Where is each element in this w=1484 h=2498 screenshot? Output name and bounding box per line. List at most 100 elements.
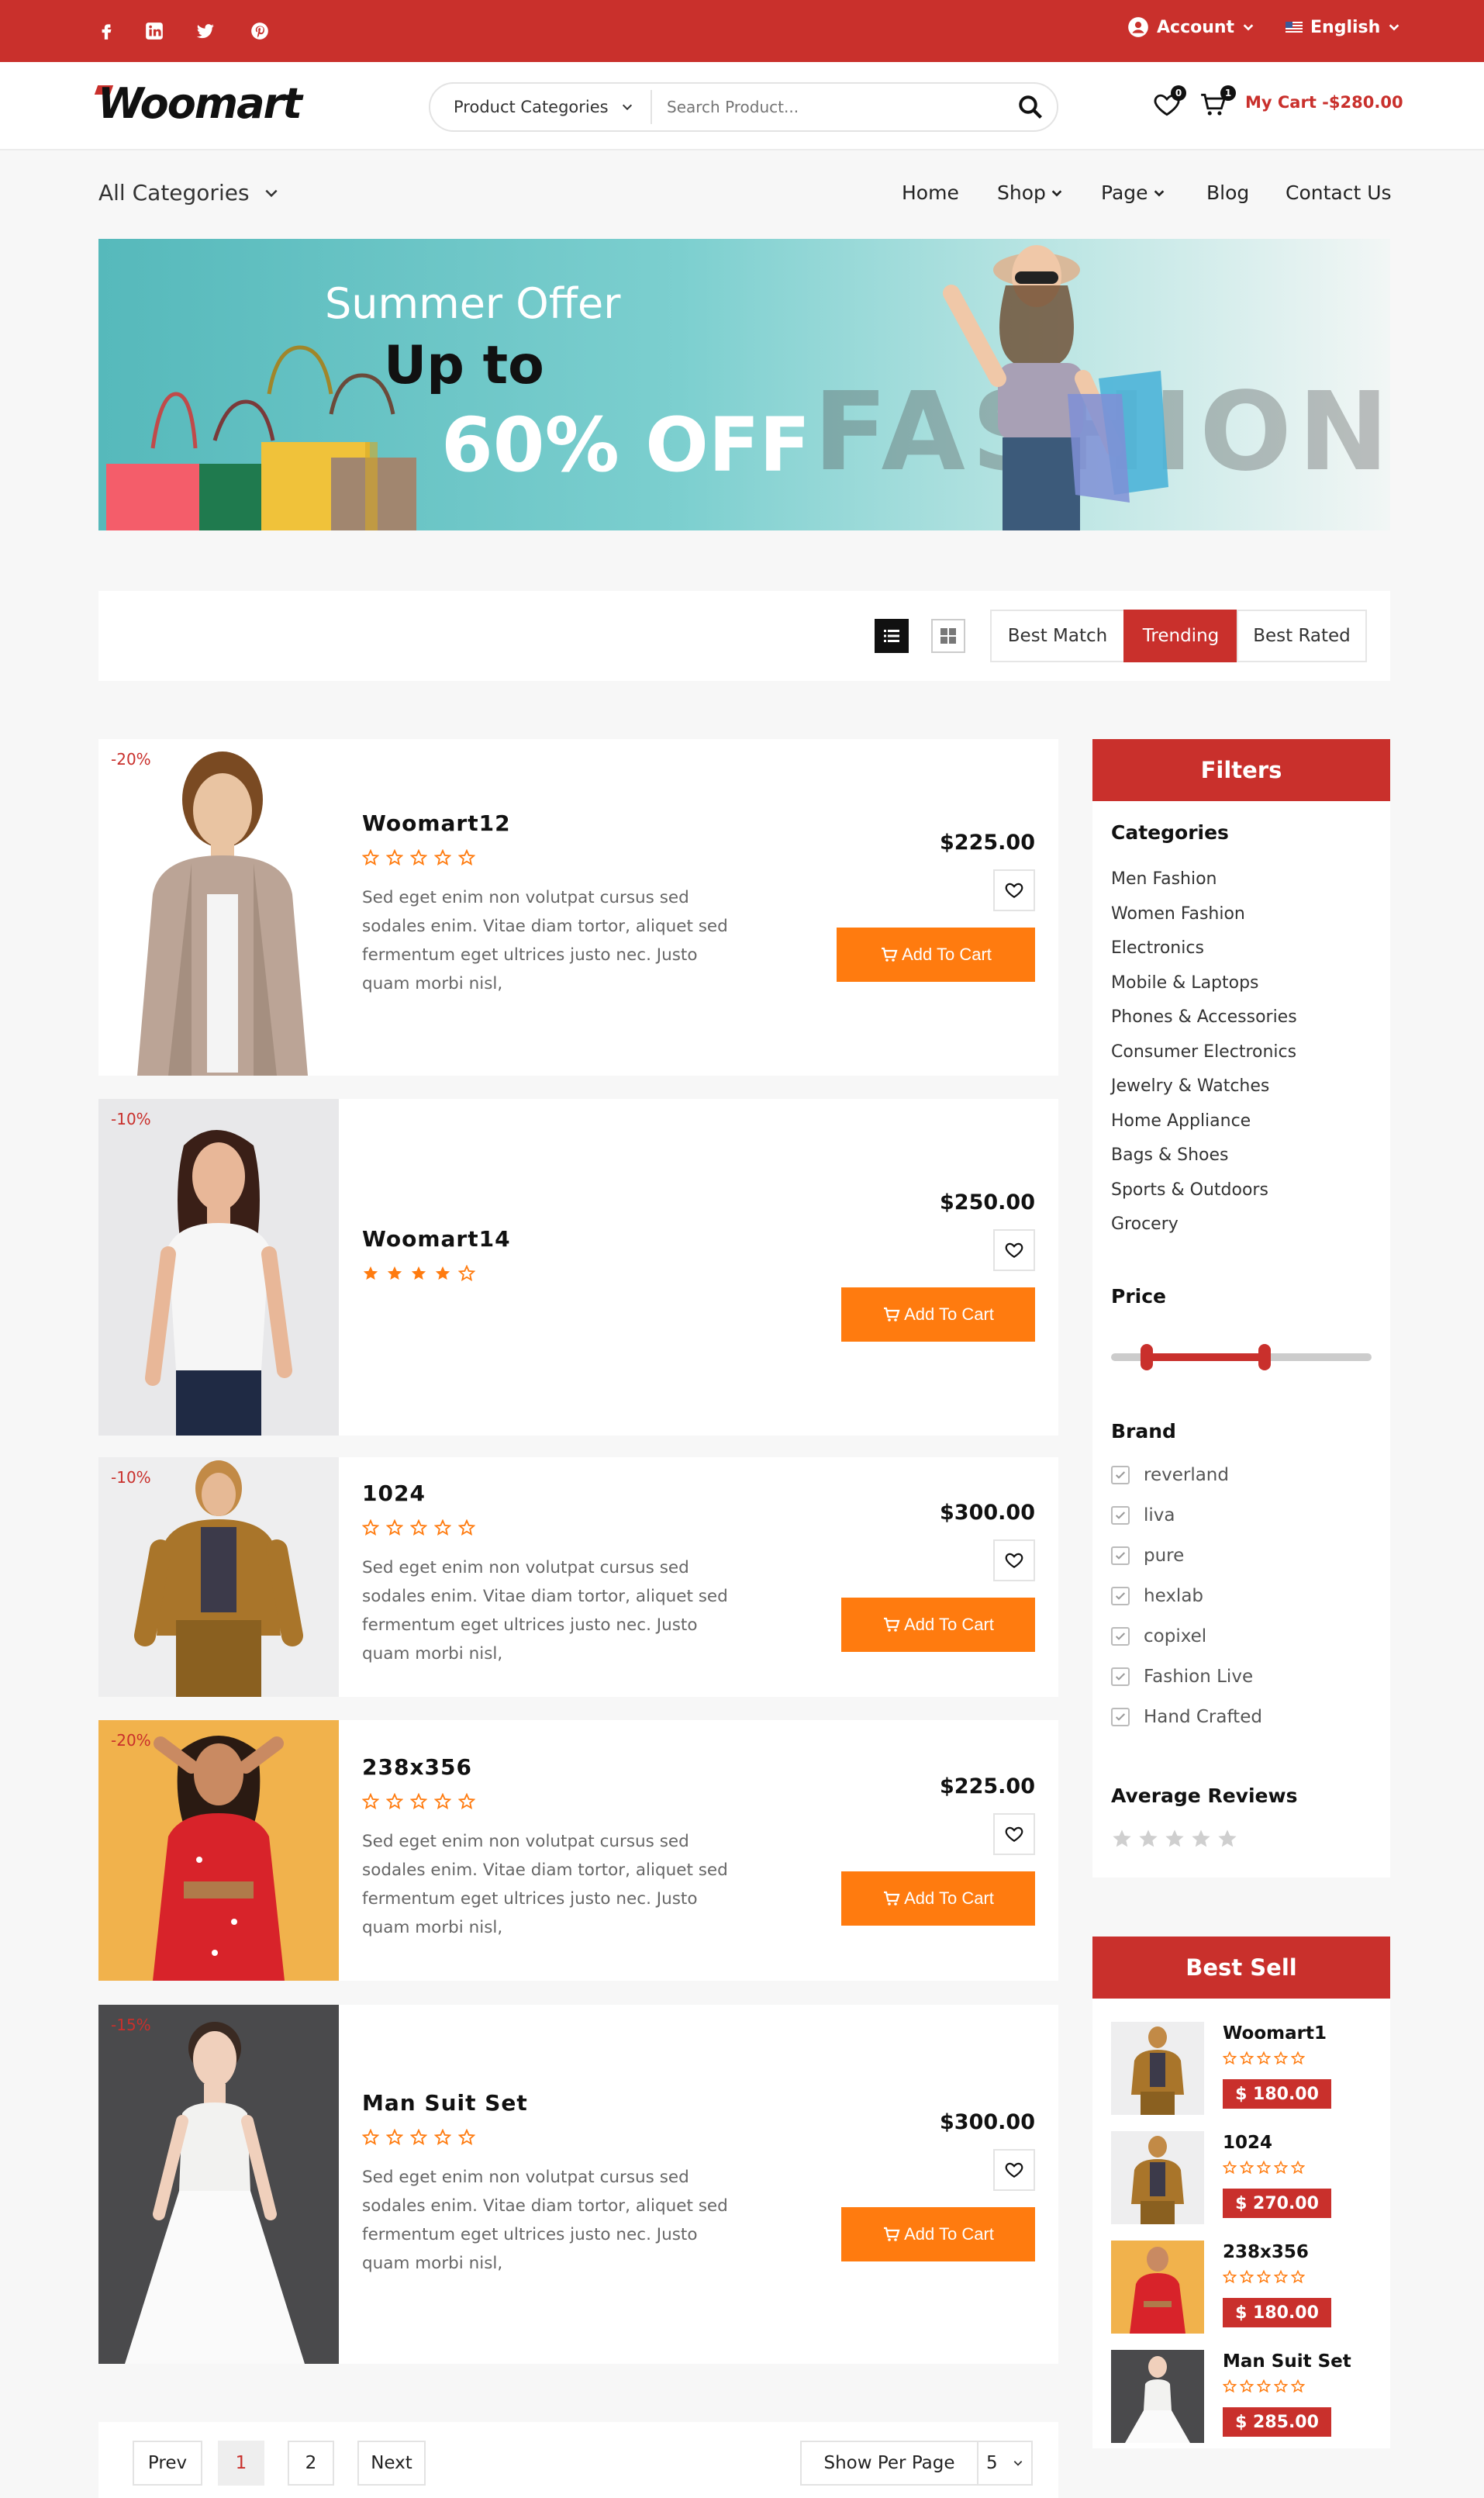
checkbox[interactable]	[1111, 1708, 1130, 1726]
star-outline-icon	[1274, 2051, 1288, 2065]
nav-item-blog[interactable]: Blog	[1206, 181, 1249, 204]
add-to-cart-button[interactable]: Add To Cart	[841, 1598, 1035, 1652]
brand-checkbox-row[interactable]: Fashion Live	[1111, 1667, 1253, 1687]
language-menu[interactable]: English	[1286, 0, 1400, 54]
brand-checkbox-row[interactable]: pure	[1111, 1546, 1184, 1566]
best-sell-item[interactable]: Woomart1 $ 180.00	[1111, 2022, 1375, 2118]
site-logo[interactable]: Woomart	[98, 79, 302, 128]
category-link[interactable]: Women Fashion	[1111, 904, 1245, 924]
per-page-label: Show Per Page	[800, 2441, 978, 2486]
search-input[interactable]	[667, 90, 1008, 124]
wishlist-toggle[interactable]	[993, 1229, 1035, 1271]
category-link[interactable]: Electronics	[1111, 938, 1204, 958]
add-to-cart-button[interactable]: Add To Cart	[841, 1287, 1035, 1342]
category-link[interactable]: Grocery	[1111, 1214, 1179, 1234]
product-name[interactable]: 1024	[362, 1480, 426, 1506]
page-2-button[interactable]: 2	[288, 2441, 334, 2486]
add-to-cart-button[interactable]: Add To Cart	[837, 928, 1035, 982]
checkbox[interactable]	[1111, 1546, 1130, 1565]
checkbox[interactable]	[1111, 1667, 1130, 1686]
product-image[interactable]	[98, 2005, 339, 2364]
wishlist-toggle[interactable]	[993, 869, 1035, 911]
category-link[interactable]: Jewelry & Watches	[1111, 1076, 1269, 1096]
wishlist-toggle[interactable]	[993, 1813, 1035, 1855]
next-page-button[interactable]: Next	[357, 2441, 426, 2486]
list-view-button[interactable]	[875, 619, 909, 653]
add-to-cart-button[interactable]: Add To Cart	[841, 1871, 1035, 1926]
review-filter-stars[interactable]	[1111, 1828, 1238, 1850]
wishlist-toggle[interactable]	[993, 1539, 1035, 1581]
cart-total-link[interactable]: My Cart -$280.00	[1245, 93, 1403, 112]
best-sell-item[interactable]: 238x356 $ 180.00	[1111, 2241, 1375, 2337]
category-link[interactable]: Bags & Shoes	[1111, 1145, 1229, 1165]
woman-cardigan-image	[137, 751, 308, 1076]
sort-tab-best-rated[interactable]: Best Rated	[1237, 610, 1367, 662]
category-link[interactable]: Phones & Accessories	[1111, 1007, 1297, 1027]
nav-item-contact[interactable]: Contact Us	[1286, 181, 1392, 204]
product-image[interactable]	[98, 1720, 339, 1981]
price-slider-max-handle[interactable]	[1258, 1344, 1271, 1370]
brand-checkbox-row[interactable]: Hand Crafted	[1111, 1707, 1262, 1727]
checkbox[interactable]	[1111, 1466, 1130, 1484]
brand-checkbox-row[interactable]: liva	[1111, 1505, 1175, 1525]
nav-item-page[interactable]: Page	[1101, 181, 1165, 204]
page-1-button[interactable]: 1	[218, 2441, 264, 2486]
brand-checkbox-row[interactable]: hexlab	[1111, 1586, 1203, 1606]
chevron-down-icon	[264, 189, 278, 197]
sort-tab-trending[interactable]: Trending	[1123, 610, 1238, 662]
account-menu[interactable]: Account	[1127, 0, 1254, 54]
category-link[interactable]: Consumer Electronics	[1111, 1042, 1296, 1062]
brand-label: reverland	[1144, 1465, 1229, 1485]
grid-view-button[interactable]	[931, 619, 965, 653]
all-categories-menu[interactable]: All Categories	[98, 180, 279, 206]
product-name[interactable]: 238x356	[362, 1754, 472, 1780]
cart-button[interactable]: 1	[1199, 85, 1236, 124]
product-name[interactable]: Woomart14	[362, 1226, 511, 1252]
category-link[interactable]: Sports & Outdoors	[1111, 1180, 1268, 1200]
product-image[interactable]	[98, 1099, 339, 1436]
brand-checkbox-row[interactable]: copixel	[1111, 1626, 1206, 1646]
check-icon	[1115, 1633, 1126, 1640]
brand-checkbox-row[interactable]: reverland	[1111, 1465, 1229, 1485]
nav-item-home[interactable]: Home	[902, 181, 959, 204]
nav-item-label: Blog	[1206, 181, 1250, 204]
facebook-icon[interactable]	[96, 0, 116, 62]
product-image[interactable]	[98, 1457, 339, 1697]
product-name[interactable]: Woomart12	[362, 810, 511, 836]
checkbox[interactable]	[1111, 1627, 1130, 1646]
per-page-select[interactable]: 5	[977, 2441, 1033, 2486]
product-name[interactable]: Man Suit Set	[362, 2090, 528, 2116]
product-card: -10% Woomart14 $250.00 Add To Cart	[98, 1099, 1058, 1436]
star-outline-icon	[1274, 2379, 1288, 2393]
star-outline-icon	[386, 1519, 403, 1536]
prev-page-button[interactable]: Prev	[133, 2441, 202, 2486]
add-to-cart-label: Add To Cart	[904, 1888, 994, 1908]
price-slider-min-handle[interactable]	[1141, 1344, 1153, 1370]
cart-icon	[882, 947, 898, 962]
best-sell-item[interactable]: Man Suit Set $ 285.00	[1111, 2350, 1375, 2446]
product-category-select[interactable]: Product Categories	[454, 84, 633, 130]
wishlist-toggle[interactable]	[993, 2149, 1035, 2191]
checkbox[interactable]	[1111, 1587, 1130, 1605]
checkbox[interactable]	[1111, 1506, 1130, 1525]
add-to-cart-button[interactable]: Add To Cart	[841, 2207, 1035, 2261]
wishlist-button[interactable]: 0	[1152, 85, 1186, 124]
pinterest-icon[interactable]	[250, 0, 270, 62]
category-link[interactable]: Men Fashion	[1111, 869, 1217, 889]
category-link[interactable]: Mobile & Laptops	[1111, 973, 1259, 993]
best-sell-item[interactable]: 1024 $ 270.00	[1111, 2131, 1375, 2227]
nav-item-shop[interactable]: Shop	[997, 181, 1063, 204]
promo-banner[interactable]: Summer Offer Up to 60% OFF FASHION	[98, 239, 1390, 530]
sort-tab-best-match[interactable]: Best Match	[990, 610, 1125, 662]
star-outline-icon	[458, 2129, 475, 2146]
category-link[interactable]: Home Appliance	[1111, 1111, 1251, 1131]
linkedin-icon[interactable]	[144, 0, 164, 62]
filters-panel: Filters Categories Men Fashion Women Fas…	[1092, 739, 1390, 1878]
twitter-icon[interactable]	[195, 0, 216, 62]
star-outline-icon	[458, 1265, 475, 1282]
price-slider[interactable]	[1111, 1344, 1372, 1370]
search-icon[interactable]	[1016, 93, 1044, 121]
chevron-down-icon	[1013, 2461, 1023, 2466]
sort-toolbar: Best Match Trending Best Rated	[98, 591, 1390, 681]
product-image[interactable]	[98, 739, 339, 1076]
